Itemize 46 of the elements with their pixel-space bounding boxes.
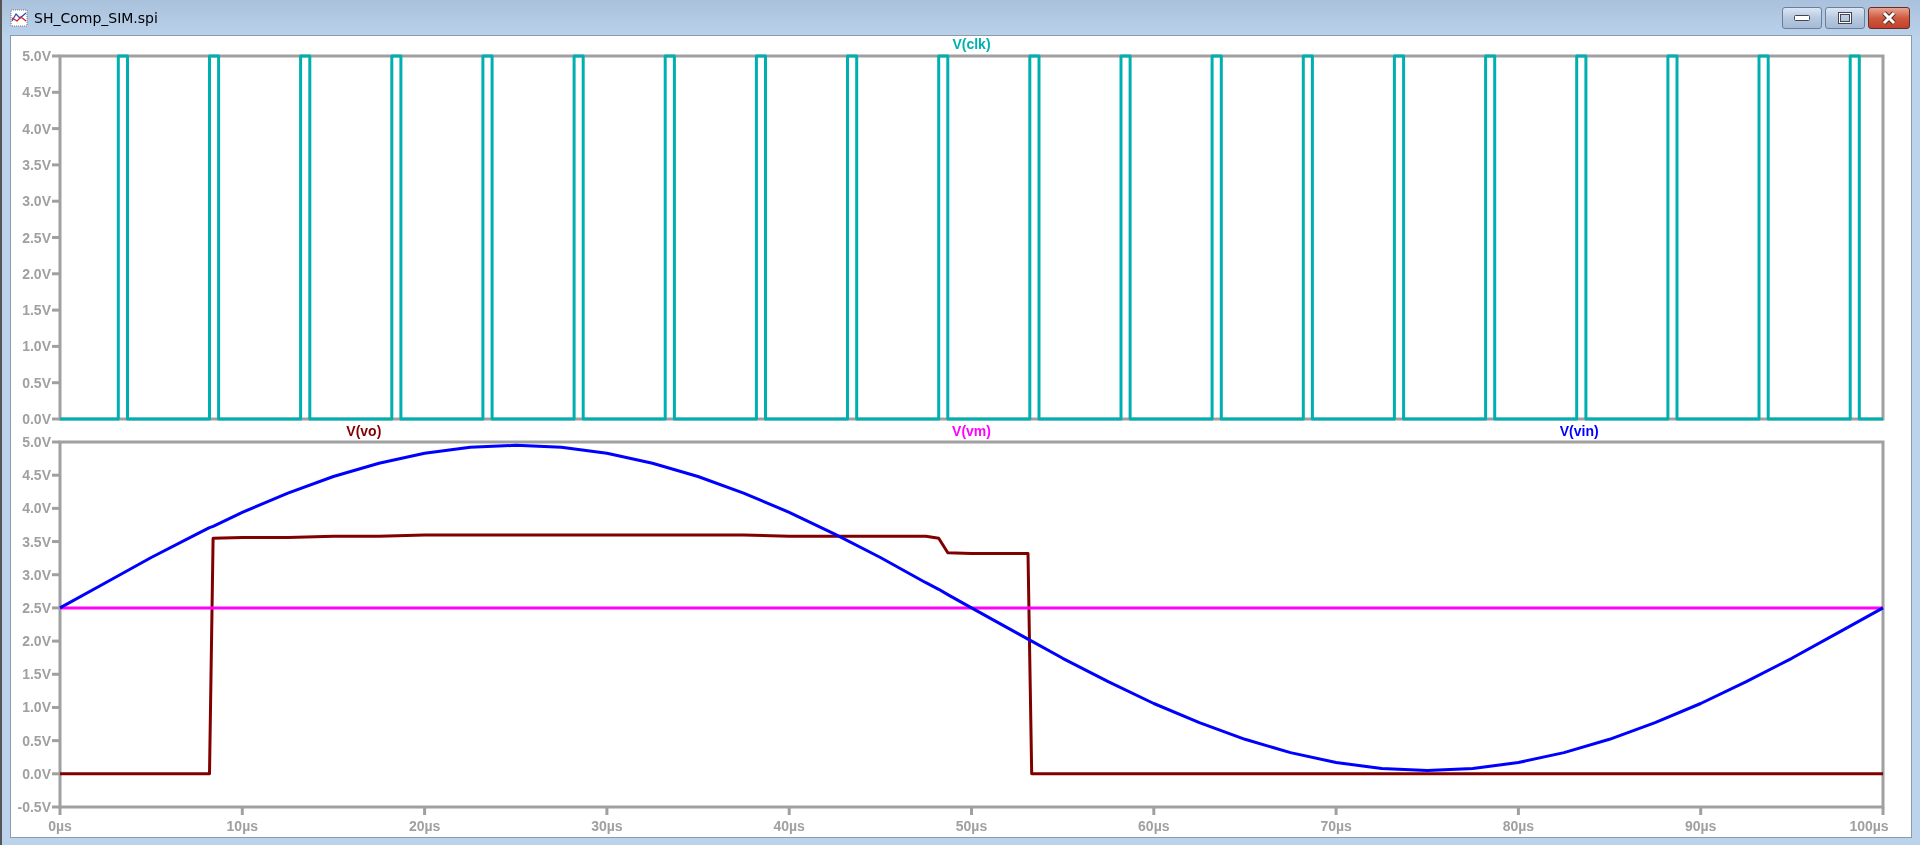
y-axis-label: 1.0V	[22, 699, 51, 716]
close-button[interactable]	[1868, 7, 1910, 29]
y-axis-label: 2.5V	[22, 599, 51, 616]
y-axis-label: 5.0V	[22, 434, 51, 450]
y-axis-label: 0.5V	[22, 732, 51, 749]
y-axis-label: 2.0V	[22, 265, 51, 282]
x-axis-label: 40µs	[773, 818, 805, 834]
y-axis-label: 0.0V	[22, 411, 51, 424]
y-axis-label: 4.5V	[22, 84, 51, 101]
y-axis-label: 1.5V	[22, 302, 51, 319]
x-axis-label: 70µs	[1320, 818, 1352, 834]
x-axis-label: 0µs	[48, 818, 72, 834]
maximize-button[interactable]	[1825, 7, 1865, 29]
waveform-app-icon	[10, 8, 28, 27]
y-axis-label: 2.0V	[22, 633, 51, 650]
y-axis-label: 3.0V	[22, 566, 51, 583]
x-axis-label: 50µs	[955, 818, 988, 834]
minimize-icon	[1794, 15, 1810, 21]
y-axis-label: 0.0V	[22, 765, 51, 782]
y-axis-label: 3.5V	[22, 156, 51, 173]
y-axis-label: -0.5V	[17, 799, 51, 815]
y-axis-label: 3.0V	[22, 193, 51, 210]
y-axis-label: 5.0V	[22, 48, 51, 64]
y-axis-label: 3.5V	[22, 533, 51, 550]
x-axis-label: 10µs	[226, 818, 258, 834]
legend-label: V(vin)	[1559, 424, 1599, 439]
legend-label: V(clk)	[952, 36, 991, 52]
y-axis-label: 4.0V	[22, 500, 51, 517]
window-title: SH_Comp_SIM.spi	[34, 9, 158, 26]
x-axis-label: 100µs	[1849, 818, 1889, 834]
y-axis-label: 2.5V	[22, 229, 51, 246]
x-axis-label: 60µs	[1138, 818, 1170, 834]
y-axis-label: 0.5V	[22, 374, 51, 391]
y-axis-label: 1.5V	[22, 666, 51, 683]
minimize-button[interactable]	[1782, 7, 1822, 29]
x-axis-label: 90µs	[1685, 818, 1717, 834]
x-axis-label: 30µs	[591, 818, 623, 834]
x-axis-label: 20µs	[408, 818, 441, 834]
y-axis-label: 4.5V	[22, 467, 51, 484]
close-icon	[1881, 11, 1897, 25]
legend-label: V(vo)	[346, 424, 382, 439]
legend-label: V(vm)	[952, 424, 991, 439]
maximize-icon	[1838, 12, 1852, 24]
y-axis-label: 4.0V	[22, 120, 51, 137]
x-axis-label: 80µs	[1502, 818, 1535, 834]
y-axis-label: 1.0V	[22, 338, 51, 355]
